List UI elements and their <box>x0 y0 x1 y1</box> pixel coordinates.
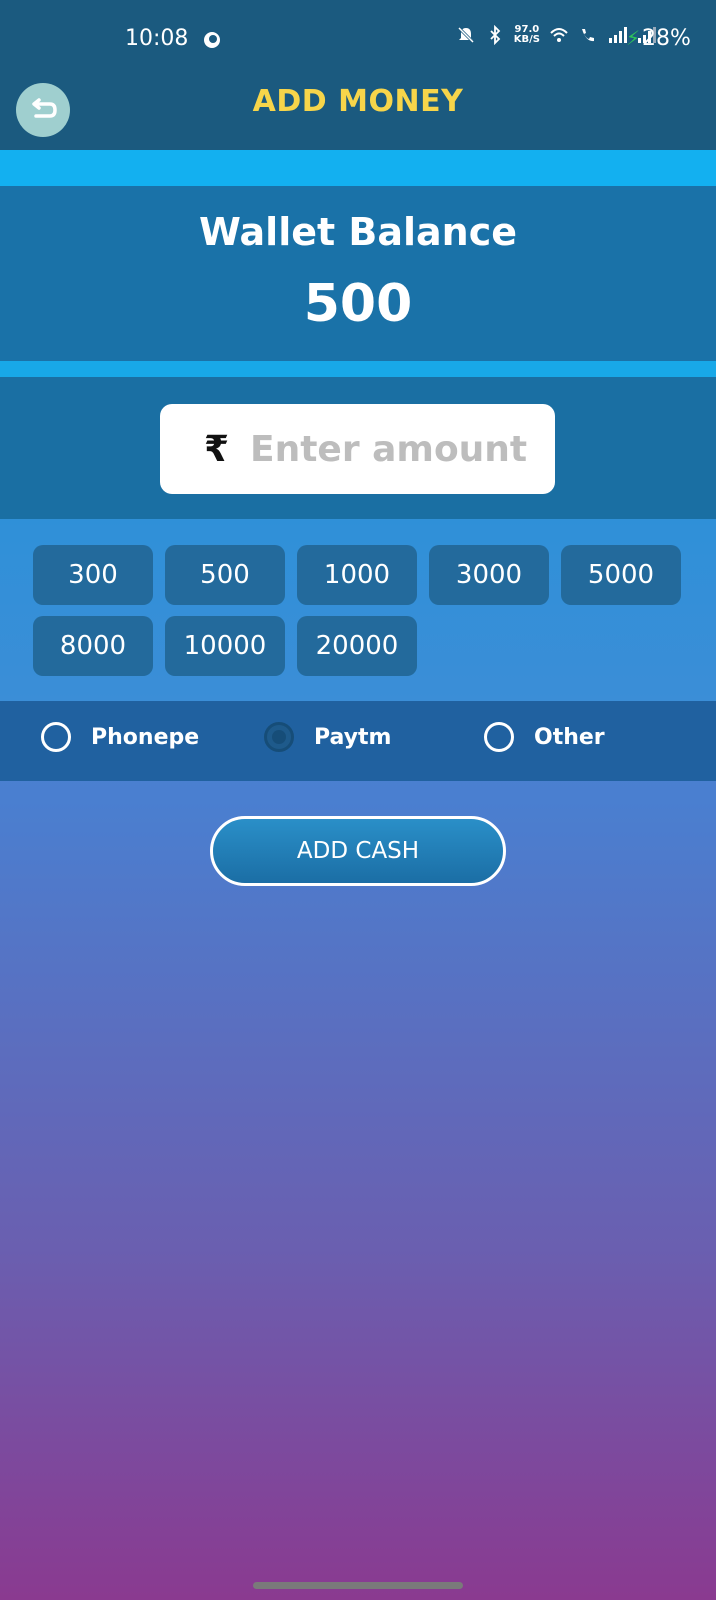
wallet-balance-value: 500 <box>303 274 413 334</box>
dnd-moon-icon <box>204 32 220 48</box>
signal-1-icon <box>609 27 627 43</box>
quick-amount-button[interactable]: 8000 <box>33 616 153 676</box>
radio-button[interactable] <box>484 722 514 752</box>
mute-bell-icon <box>457 26 474 44</box>
radio-button[interactable] <box>41 722 71 752</box>
quick-amount-button[interactable]: 500 <box>165 545 285 605</box>
net-speed-unit: KB/S <box>513 34 540 45</box>
wallet-balance-label: Wallet Balance <box>198 210 518 254</box>
quick-amount-button[interactable]: 10000 <box>165 616 285 676</box>
add-cash-button[interactable]: ADD CASH <box>210 816 506 886</box>
quick-amount-button[interactable]: 20000 <box>297 616 417 676</box>
payment-option-paytm[interactable]: Paytm <box>264 722 391 752</box>
rupee-icon: ₹ <box>204 428 230 470</box>
payment-option-label: Phonepe <box>91 724 200 750</box>
home-indicator[interactable] <box>253 1582 463 1589</box>
amount-field-container[interactable]: ₹ <box>160 404 555 494</box>
quick-amount-button[interactable]: 5000 <box>561 545 681 605</box>
accent-stripe-bottom <box>0 361 716 377</box>
radio-button-selected[interactable] <box>264 722 294 752</box>
status-time: 10:08 <box>125 26 189 51</box>
battery-percent: 28% <box>642 26 691 51</box>
wallet-balance-card: Wallet Balance 500 <box>0 186 716 361</box>
page-title: ADD MONEY <box>252 84 464 119</box>
charging-bolt-icon: ⚡ <box>626 26 641 50</box>
amount-input[interactable] <box>248 427 552 471</box>
net-speed: 97.0 KB/S <box>514 25 540 45</box>
wifi-calling-icon <box>582 29 594 42</box>
quick-amount-button[interactable]: 300 <box>33 545 153 605</box>
battery-level: ⚡28% <box>626 26 691 51</box>
payment-option-label: Other <box>534 724 605 750</box>
payment-option-other[interactable]: Other <box>484 722 605 752</box>
payment-option-phonepe[interactable]: Phonepe <box>41 722 199 752</box>
accent-stripe-top <box>0 150 716 186</box>
payment-option-label: Paytm <box>314 724 392 750</box>
quick-amount-button[interactable]: 1000 <box>297 545 417 605</box>
quick-amount-button[interactable]: 3000 <box>429 545 549 605</box>
wifi-icon <box>550 28 568 42</box>
bluetooth-icon <box>490 25 501 45</box>
status-bar: 10:08 97.0 KB/S ⚡28% <box>0 0 716 80</box>
